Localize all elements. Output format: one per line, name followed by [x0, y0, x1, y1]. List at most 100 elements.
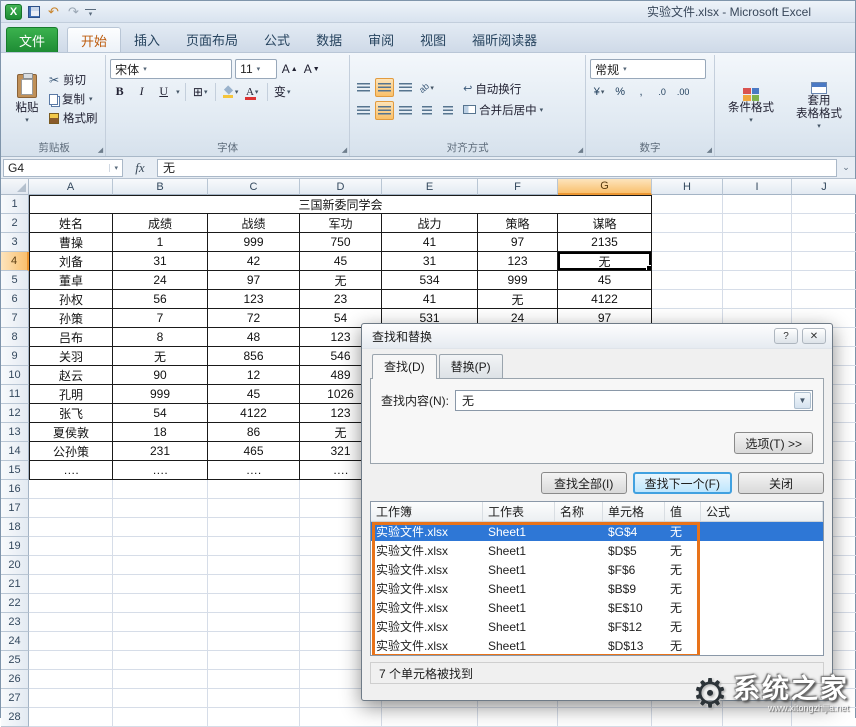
- cell-A24[interactable]: [29, 632, 113, 651]
- cell-E2[interactable]: 战力: [382, 214, 478, 233]
- tab-replace[interactable]: 替换(P): [439, 354, 503, 378]
- percent-style-button[interactable]: %: [611, 83, 629, 101]
- clipboard-dialog-launcher[interactable]: ◢: [98, 147, 103, 154]
- cell-B11[interactable]: 999: [113, 385, 208, 404]
- result-row[interactable]: 实验文件.xlsxSheet1$D$13无: [371, 636, 823, 655]
- cell-C5[interactable]: 97: [208, 271, 300, 290]
- formula-input[interactable]: 无: [157, 159, 837, 177]
- cell-C7[interactable]: 72: [208, 309, 300, 328]
- insert-function-button[interactable]: fx: [125, 160, 155, 176]
- cell-H6[interactable]: [652, 290, 723, 309]
- borders-button[interactable]: ⊞▾: [191, 82, 210, 101]
- row-header-14[interactable]: 14: [1, 442, 29, 461]
- column-header-D[interactable]: D: [300, 179, 382, 195]
- font-color-button[interactable]: A▾: [243, 82, 262, 101]
- column-header-H[interactable]: H: [652, 179, 723, 195]
- cell-D2[interactable]: 军功: [300, 214, 382, 233]
- font-size-select[interactable]: 11▾: [235, 59, 277, 79]
- undo-button[interactable]: ↶: [45, 3, 62, 20]
- font-dialog-launcher[interactable]: ◢: [342, 147, 347, 154]
- tab-page-layout[interactable]: 页面布局: [173, 27, 251, 52]
- result-column-value[interactable]: 值: [665, 502, 701, 521]
- cell-C24[interactable]: [208, 632, 300, 651]
- row-header-22[interactable]: 22: [1, 594, 29, 613]
- select-all-corner[interactable]: [1, 179, 29, 195]
- underline-button[interactable]: U: [154, 82, 173, 101]
- cell-C4[interactable]: 42: [208, 252, 300, 271]
- cell-B22[interactable]: [113, 594, 208, 613]
- cell-C12[interactable]: 4122: [208, 404, 300, 423]
- cell-A21[interactable]: [29, 575, 113, 594]
- cell-E5[interactable]: 534: [382, 271, 478, 290]
- result-column-cell[interactable]: 单元格: [603, 502, 665, 521]
- cell-B13[interactable]: 18: [113, 423, 208, 442]
- row-header-19[interactable]: 19: [1, 537, 29, 556]
- merge-center-button[interactable]: 合并后居中▾: [463, 102, 543, 118]
- tab-file[interactable]: 文件: [6, 27, 58, 52]
- cell-B25[interactable]: [113, 651, 208, 670]
- copy-button[interactable]: 复制▾: [47, 90, 100, 108]
- combobox-dropdown-icon[interactable]: ▼: [794, 392, 811, 409]
- conditional-formatting-button[interactable]: 条件格式 ▾: [719, 57, 783, 156]
- row-header-3[interactable]: 3: [1, 233, 29, 252]
- result-column-sheet[interactable]: 工作表: [483, 502, 555, 521]
- result-row[interactable]: 实验文件.xlsxSheet1$E$10无: [371, 598, 823, 617]
- format-painter-button[interactable]: 格式刷: [47, 109, 100, 127]
- cell-A2[interactable]: 姓名: [29, 214, 113, 233]
- cell-A17[interactable]: [29, 499, 113, 518]
- row-header-1[interactable]: 1: [1, 195, 29, 214]
- result-column-formula[interactable]: 公式: [701, 502, 823, 521]
- cell-A11[interactable]: 孔明: [29, 385, 113, 404]
- result-column-workbook[interactable]: 工作簿: [371, 502, 483, 521]
- find-next-button[interactable]: 查找下一个(F): [633, 472, 732, 494]
- cell-A10[interactable]: 赵云: [29, 366, 113, 385]
- row-header-27[interactable]: 27: [1, 689, 29, 708]
- format-as-table-button[interactable]: 套用表格格式 ▾: [787, 57, 851, 156]
- column-header-A[interactable]: A: [29, 179, 113, 195]
- cell-B14[interactable]: 231: [113, 442, 208, 461]
- cell-J1[interactable]: [792, 195, 856, 214]
- number-format-select[interactable]: 常规▾: [590, 59, 706, 79]
- cell-A14[interactable]: 公孙策: [29, 442, 113, 461]
- find-what-combobox[interactable]: 无 ▼: [455, 390, 813, 411]
- cell-A8[interactable]: 吕布: [29, 328, 113, 347]
- tab-find[interactable]: 查找(D): [372, 354, 437, 379]
- cell-C6[interactable]: 123: [208, 290, 300, 309]
- cell-C8[interactable]: 48: [208, 328, 300, 347]
- cell-I1[interactable]: [723, 195, 792, 214]
- alignment-dialog-launcher[interactable]: ◢: [578, 147, 583, 154]
- cell-I2[interactable]: [723, 214, 792, 233]
- cell-B3[interactable]: 1: [113, 233, 208, 252]
- row-header-9[interactable]: 9: [1, 347, 29, 366]
- cell-A15[interactable]: ….: [29, 461, 113, 480]
- cell-A18[interactable]: [29, 518, 113, 537]
- close-button[interactable]: 关闭: [738, 472, 824, 494]
- decrease-decimal-button[interactable]: .00: [674, 83, 692, 101]
- column-header-C[interactable]: C: [208, 179, 300, 195]
- cell-B20[interactable]: [113, 556, 208, 575]
- cell-C3[interactable]: 999: [208, 233, 300, 252]
- formula-bar-expand-button[interactable]: ⌄: [839, 162, 853, 173]
- cell-H3[interactable]: [652, 233, 723, 252]
- increase-indent-button[interactable]: [438, 101, 457, 120]
- decrease-indent-button[interactable]: [417, 101, 436, 120]
- tab-insert[interactable]: 插入: [121, 27, 173, 52]
- tab-formulas[interactable]: 公式: [251, 27, 303, 52]
- align-right-button[interactable]: [396, 101, 415, 120]
- cell-C20[interactable]: [208, 556, 300, 575]
- row-header-23[interactable]: 23: [1, 613, 29, 632]
- cell-H1[interactable]: [652, 195, 723, 214]
- comma-style-button[interactable]: ,: [632, 83, 650, 101]
- cell-C15[interactable]: ….: [208, 461, 300, 480]
- cell-A5[interactable]: 董卓: [29, 271, 113, 290]
- row-header-20[interactable]: 20: [1, 556, 29, 575]
- cell-C21[interactable]: [208, 575, 300, 594]
- cell-A22[interactable]: [29, 594, 113, 613]
- cell-H4[interactable]: [652, 252, 723, 271]
- cell-F6[interactable]: 无: [478, 290, 558, 309]
- cell-J5[interactable]: [792, 271, 856, 290]
- row-header-13[interactable]: 13: [1, 423, 29, 442]
- cell-D6[interactable]: 23: [300, 290, 382, 309]
- row-header-26[interactable]: 26: [1, 670, 29, 689]
- result-row[interactable]: 实验文件.xlsxSheet1$B$9无: [371, 579, 823, 598]
